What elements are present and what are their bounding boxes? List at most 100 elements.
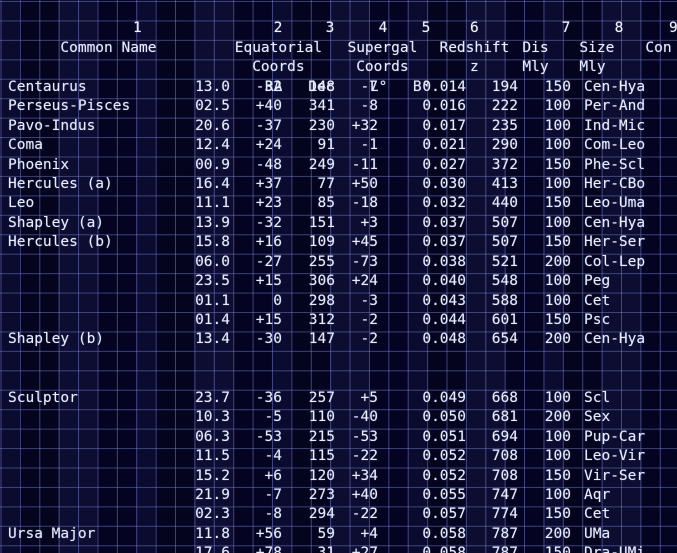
cell-redshift: 0.044 [422,312,466,328]
table-row[interactable]: Leo 11.1 +23 85 -18 0.032 440 150 Leo-Uma [0,194,677,213]
cell-common-name: Phoenix [8,156,70,173]
table-row[interactable]: Coma 12.4 +24 91 -1 0.021 290 100 Com-Leo [0,136,677,155]
table-row[interactable]: 21.9 -7 273 +40 0.055 747 100 Aqr [0,486,677,505]
cell-redshift: 0.014 [422,78,466,95]
cell-constellation: Leo-Vir [584,448,646,465]
cell-redshift: 0.030 [422,175,466,192]
cell-supergal-l: 148 [308,78,335,95]
cell-supergal-b: -3 [360,292,378,309]
table-row[interactable]: Sculptor 23.7 -36 257 +5 0.049 668 100 Scl [0,389,677,408]
cell-constellation: Cen-Hya [584,331,646,348]
cell-dec: -5 [264,409,282,426]
cell-supergal-b: -22 [351,506,378,523]
table-row[interactable]: 15.2 +6 120 +34 0.052 708 150 Vir-Ser [0,467,677,486]
cell-constellation: Psc [584,312,611,328]
table-row[interactable]: Phoenix 00.9 -48 249 -11 0.027 372 150 Phe-Scl [0,156,677,175]
cell-dec: +78 [230,544,282,553]
cell-size: 100 [544,428,571,445]
cell-supergal-b: -18 [351,195,378,212]
cell-common-name: Shapley (a) [8,214,105,231]
header-equatorial: Equatorial [234,39,323,56]
cell-constellation: Scl [584,389,611,406]
cell-constellation: Pup-Car [584,428,646,445]
cell-dec: +16 [255,234,282,251]
cell-dec: -27 [255,253,282,270]
table-row[interactable]: Ursa Major 11.8 +56 59 +4 0.058 787 200 UMa [0,525,677,544]
table-row[interactable]: 10.3 -5 110 -40 0.050 681 200 Sex [0,408,677,427]
cell-size: 100 [544,486,571,503]
cell-redshift: 0.037 [422,214,466,231]
table-row[interactable]: Centaurus 13.0 -32 148 -7 0.014 194 150 Cen-Hya [0,78,677,97]
cell-constellation: Her-CBo [584,175,646,192]
table-row[interactable]: 02.3 -8 294 -22 0.057 774 150 Cet [0,505,677,524]
cell-constellation: Cet [584,506,611,523]
cell-supergal-b: -1 [360,137,378,154]
cell-supergal-b: -7 [360,78,378,95]
table-row[interactable]: 11.5 -4 115 -22 0.052 708 100 Leo-Vir [0,447,677,466]
table-row[interactable]: 17.6+7831+270.058787150Dra-UMi [0,544,677,553]
cell-dec: -36 [255,389,282,406]
table-body: Centaurus 13.0 -32 148 -7 0.014 194 150 Cen-Hya P… [0,78,677,553]
cell-distance: 235 [491,117,518,134]
table-row[interactable] [0,369,677,388]
cell-constellation: Cen-Hya [584,214,646,231]
table-row[interactable]: Pavo-Indus 20.6 -37 230 +32 0.017 235 100 Ind-Mi… [0,117,677,136]
table-row[interactable] [0,350,677,369]
cell-redshift: 0.055 [422,486,466,503]
cell-size: 200 [544,409,571,426]
cell-size: 200 [544,525,571,542]
cell-dec: +23 [255,195,282,212]
header-dis: Dis [522,39,549,56]
cell-distance: 694 [491,428,518,445]
cell-supergal-l: 147 [308,331,335,348]
table-row[interactable]: 06.0 -27 255 -73 0.038 521 200 Col-Lep [0,253,677,272]
cell-ra: 02.5 [195,98,230,115]
cell-ra: 00.9 [195,156,230,173]
table-row[interactable]: 01.1 0 298 -3 0.043 588 100 Cet [0,292,677,311]
cell-distance: 774 [491,506,518,523]
cell-distance: 507 [491,234,518,251]
cell-dec: -7 [264,486,282,503]
table-row[interactable]: Hercules (b) 15.8 +16 109 +45 0.037 507 150 Her-… [0,233,677,252]
cell-supergal-b: +45 [351,234,378,251]
cell-constellation: Cet [584,292,611,309]
cell-supergal-l: 115 [308,448,335,465]
table-row[interactable]: 23.5 +15 306 +24 0.040 548 100 Peg [0,272,677,291]
cell-dec: +40 [255,98,282,115]
cell-redshift: 0.051 [422,428,466,445]
cell-dec: +37 [255,175,282,192]
col-number-9: 9 [669,20,677,37]
table-row[interactable]: 01.4 +15 312 -2 0.044 601 150 Psc [0,311,677,330]
cell-constellation: Dra-UMi [571,544,671,553]
col-number-2: 2 [273,20,283,37]
table-row[interactable]: Shapley (b) 13.4 -30 147 -2 0.048 654 200 Cen-Hy… [0,330,677,349]
cell-redshift: 0.017 [422,117,466,134]
cell-supergal-b: -2 [360,312,378,328]
table-row[interactable]: Shapley (a) 13.9 -32 151 +3 0.037 507 100 Cen-Hy… [0,214,677,233]
cell-ra: 21.9 [195,486,230,503]
cell-ra: 12.4 [195,137,230,154]
table-row[interactable]: Perseus-Pisces 02.5 +40 341 -8 0.016 222 100 Per… [0,97,677,116]
cell-size: 200 [544,253,571,270]
table-row[interactable]: 06.3 -53 215 -53 0.051 694 100 Pup-Car [0,428,677,447]
cell-supergal-b: +4 [360,525,378,542]
cell-size: 150 [518,544,571,553]
column-number-row: 1 2 3 4 5 6 7 8 9 [0,0,677,36]
cell-distance: 681 [491,409,518,426]
header-con: Con [645,39,672,56]
galaxy-supercluster-table-page: 1 2 3 4 5 6 7 8 9 Common Name Equatorial Supergal R… [0,0,677,553]
cell-redshift: 0.040 [422,273,466,290]
cell-supergal-l: 341 [308,98,335,115]
cell-dec: +6 [264,467,282,484]
cell-distance: 507 [491,214,518,231]
cell-redshift: 0.049 [422,389,466,406]
cell-size: 100 [544,98,571,115]
table-row[interactable]: Hercules (a) 16.4 +37 77 +50 0.030 413 100 Her-C… [0,175,677,194]
cell-constellation: Com-Leo [584,137,646,154]
cell-distance: 654 [491,331,518,348]
header-supergal: Supergal [347,39,418,56]
cell-dec: -32 [255,78,282,95]
cell-size: 200 [544,331,571,348]
cell-supergal-l: 59 [317,525,335,542]
cell-common-name: Ursa Major [8,525,96,542]
